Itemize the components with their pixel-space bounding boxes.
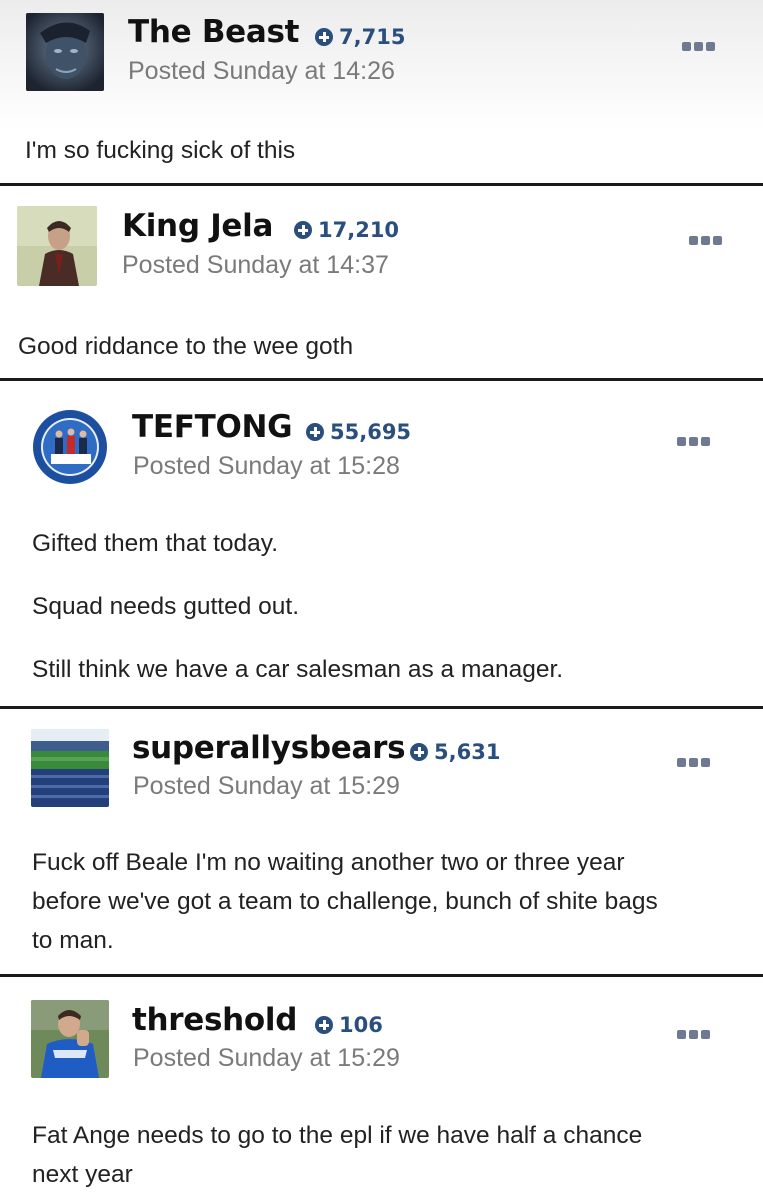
post-timestamp[interactable]: Posted Sunday at 14:37 [122,251,389,280]
ellipsis-icon [677,436,686,446]
ellipsis-dot [689,436,698,446]
post-text: Still think we have a car salesman as a … [32,656,564,683]
post-text: I'm so fucking sick of this [25,137,296,164]
post-text: Fat Ange needs to go to the epl if we ha… [32,1122,643,1149]
username[interactable]: King Jela [122,208,273,244]
post-text: to man. [32,927,114,954]
ellipsis-dot [701,757,710,767]
avatar[interactable] [26,13,104,91]
plus-circle-icon [315,28,333,46]
ellipsis-icon [682,41,691,51]
reputation-count: 5,631 [434,740,501,764]
post-timestamp[interactable]: Posted Sunday at 15:29 [133,772,400,801]
ellipsis-dot [706,41,715,51]
ellipsis-dot [713,235,722,245]
reputation-badge: 55,695 [306,420,411,444]
post-text: Good riddance to the wee goth [18,333,354,360]
more-options-button[interactable] [682,39,718,53]
ellipsis-dot [689,1029,698,1039]
more-options-button[interactable] [677,755,713,769]
post-timestamp[interactable]: Posted Sunday at 15:28 [133,452,400,481]
post-text: before we've got a team to challenge, bu… [32,888,658,915]
ellipsis-dot [701,1029,710,1039]
ellipsis-dot [689,757,698,767]
plus-circle-icon [410,743,428,761]
post-text: Fuck off Beale I'm no waiting another tw… [32,849,625,876]
reputation-badge: 5,631 [410,740,500,764]
more-options-button[interactable] [677,434,713,448]
ellipsis-icon [689,235,698,245]
post-timestamp[interactable]: Posted Sunday at 15:29 [133,1044,400,1073]
post: King Jela 17,210 Posted Sunday at 14:37 … [0,186,763,378]
username[interactable]: superallysbears [132,730,406,766]
reputation-badge: 17,210 [294,218,399,242]
ellipsis-dot [701,235,710,245]
post: superallysbears 5,631 Posted Sunday at 1… [0,709,763,974]
avatar[interactable] [31,1000,109,1078]
reputation-count: 17,210 [318,218,400,242]
username[interactable]: TEFTONG [132,409,293,445]
ellipsis-icon [677,757,686,767]
avatar[interactable] [31,408,109,486]
reputation-badge: 106 [315,1013,383,1037]
plus-circle-icon [294,221,312,239]
reputation-count: 55,695 [330,420,412,444]
reputation-badge: 7,715 [315,25,405,49]
plus-circle-icon [306,423,324,441]
username[interactable]: threshold [132,1002,297,1038]
more-options-button[interactable] [689,233,725,247]
username[interactable]: The Beast [128,14,299,50]
ellipsis-dot [701,436,710,446]
post-text: next year [32,1161,133,1188]
post: threshold 106 Posted Sunday at 15:29 Fat… [0,977,763,1200]
avatar[interactable] [31,729,109,807]
ellipsis-dot [694,41,703,51]
post: The Beast 7,715 Posted Sunday at 14:26 I… [0,0,763,184]
avatar[interactable] [17,206,97,286]
post-text: Gifted them that today. [32,530,279,557]
more-options-button[interactable] [677,1027,713,1041]
reputation-count: 7,715 [339,25,406,49]
post-text: Squad needs gutted out. [32,593,299,620]
post-timestamp[interactable]: Posted Sunday at 14:26 [128,57,395,86]
post: TEFTONG 55,695 Posted Sunday at 15:28 Gi… [0,381,763,706]
plus-circle-icon [315,1016,333,1034]
ellipsis-icon [677,1029,686,1039]
reputation-count: 106 [339,1013,383,1037]
